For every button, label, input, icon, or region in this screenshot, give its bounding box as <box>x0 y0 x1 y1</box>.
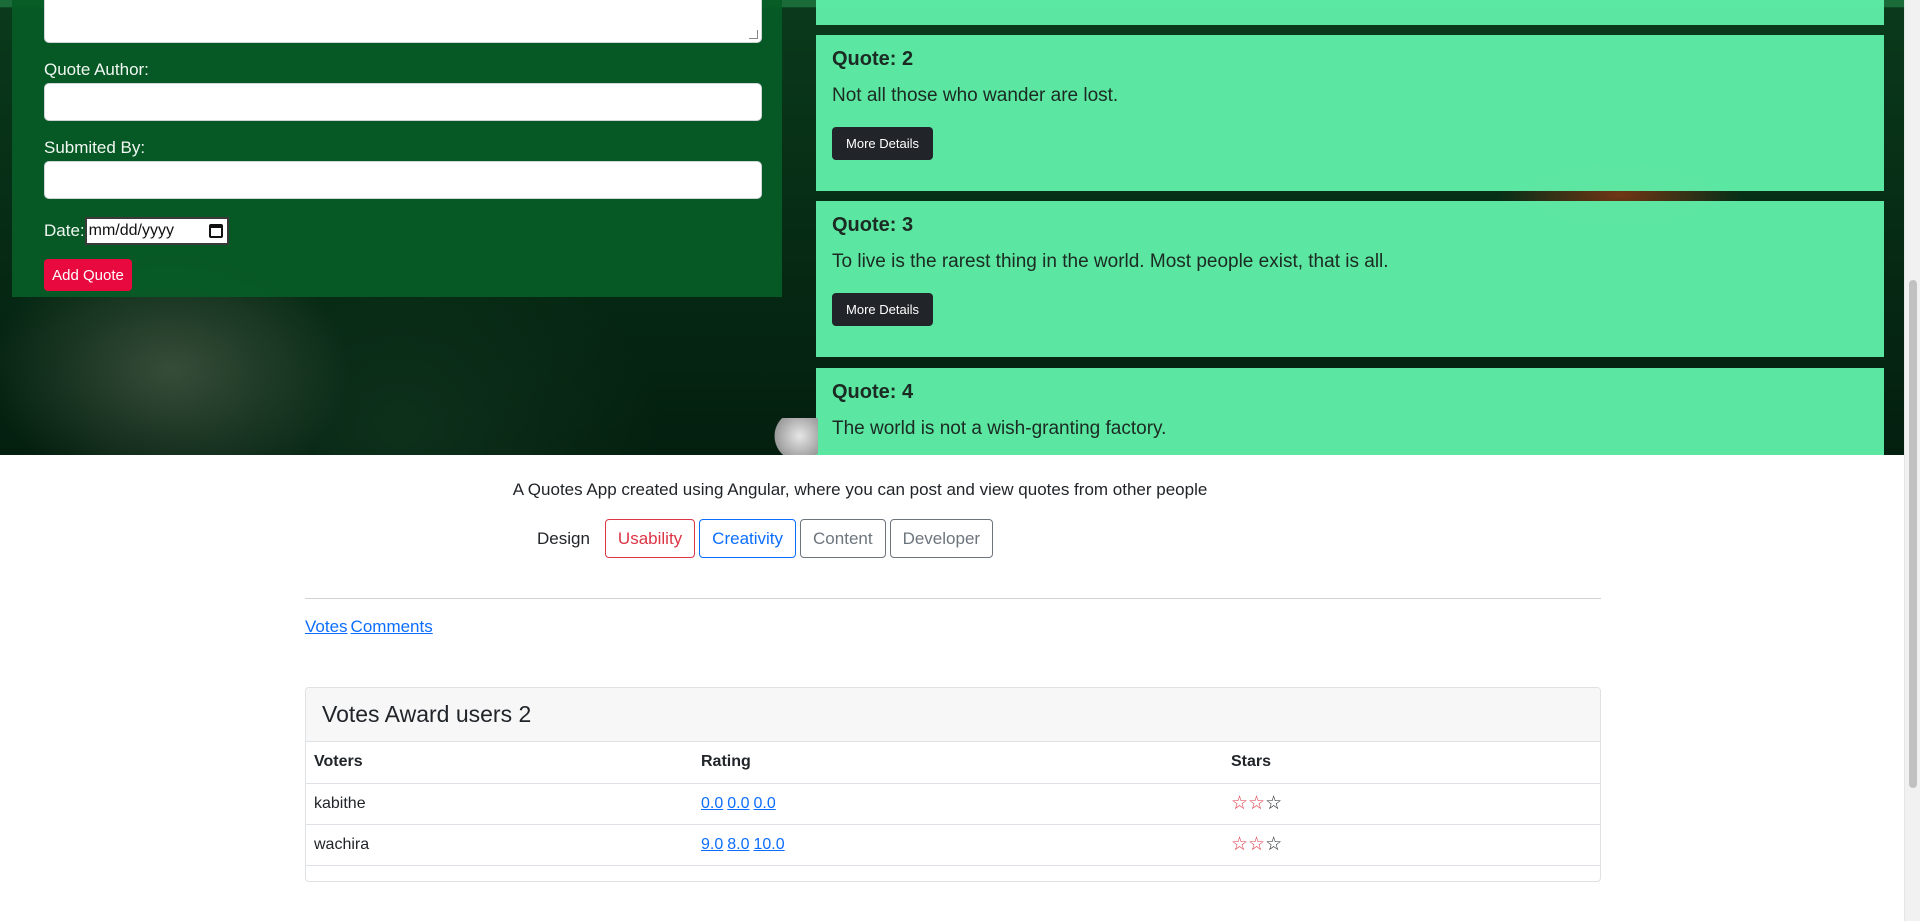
table-row: wachira 9.0 8.0 10.0 ☆☆☆ <box>306 824 1600 866</box>
star-filled-icon: ☆ <box>1231 833 1249 855</box>
scrollbar-thumb[interactable] <box>1909 280 1917 788</box>
rating-link[interactable]: 10.0 <box>754 836 785 853</box>
quote-title: Quote: 2 <box>832 48 913 71</box>
more-details-button[interactable]: More Details <box>832 293 933 326</box>
author-label: Quote Author: <box>44 60 149 79</box>
table-row: kabithe 0.0 0.0 0.0 ☆☆☆ <box>306 783 1600 825</box>
quote-label: Quote: <box>832 381 897 403</box>
comments-link[interactable]: Comments <box>351 617 433 636</box>
add-quote-button[interactable]: Add Quote <box>44 259 132 291</box>
tag-usability[interactable]: Usability <box>604 519 696 558</box>
stars-cell: ☆☆☆ <box>1223 783 1600 825</box>
submitted-by-label: Submited By: <box>44 138 146 157</box>
quote-card: Quote: 4 The world is not a wish-grantin… <box>816 368 1884 455</box>
submitted-by-input[interactable] <box>44 161 762 199</box>
rating-link[interactable]: 9.0 <box>701 836 723 853</box>
star-filled-icon: ☆ <box>1248 833 1266 855</box>
quote-text: Not all those who wander are lost. <box>832 85 1119 106</box>
quote-text: To live is the rarest thing in the world… <box>832 251 1389 272</box>
tag-developer[interactable]: Developer <box>889 519 994 558</box>
author-input[interactable] <box>44 83 762 121</box>
votes-card: Votes Award users 2 Voters Rating Stars … <box>305 687 1601 882</box>
star-filled-icon: ☆ <box>1248 792 1266 814</box>
more-details-button[interactable]: More Details <box>832 127 933 160</box>
background-figure <box>772 418 818 455</box>
calendar-icon[interactable] <box>208 224 223 238</box>
section-links: Votes Comments <box>305 617 436 637</box>
quote-label: Quote: <box>832 48 897 70</box>
quote-text: The world is not a wish-granting factory… <box>832 418 1167 439</box>
tags-label: Design <box>537 528 590 548</box>
votes-title: Votes Award users 2 <box>306 688 1600 742</box>
quote-card-partial <box>816 0 1884 25</box>
table-header-row: Voters Rating Stars <box>306 742 1600 784</box>
quote-number: 3 <box>902 214 914 236</box>
column-header-rating: Rating <box>693 742 1223 784</box>
star-empty-icon: ☆ <box>1265 792 1283 814</box>
quote-title: Quote: 4 <box>832 381 913 404</box>
voter-name: kabithe <box>306 783 693 825</box>
date-label: Date: <box>44 221 85 240</box>
page-scrollbar[interactable] <box>1904 0 1920 921</box>
votes-table: Voters Rating Stars kabithe 0.0 0.0 0.0 ☆☆… <box>306 742 1600 866</box>
rating-link[interactable]: 8.0 <box>727 836 749 853</box>
rating-link[interactable]: 0.0 <box>701 795 723 812</box>
quote-card: Quote: 3 To live is the rarest thing in … <box>816 201 1884 357</box>
quote-label: Quote: <box>832 214 897 236</box>
star-empty-icon: ☆ <box>1265 833 1283 855</box>
rating-cell: 9.0 8.0 10.0 <box>693 824 1223 866</box>
voter-name: wachira <box>306 824 693 866</box>
resize-grip-icon[interactable] <box>749 30 758 39</box>
date-placeholder: mm/dd/yyyy <box>88 222 174 239</box>
add-quote-form: Quote Author: Submited By: Date: mm/dd/y… <box>12 0 782 297</box>
votes-link[interactable]: Votes <box>305 617 348 636</box>
date-input[interactable]: mm/dd/yyyy <box>84 217 229 245</box>
column-header-voters: Voters <box>306 742 693 784</box>
rating-cell: 0.0 0.0 0.0 <box>693 783 1223 825</box>
quote-number: 2 <box>902 48 914 70</box>
quote-title: Quote: 3 <box>832 214 913 237</box>
quote-number: 4 <box>902 381 914 403</box>
rating-link[interactable]: 0.0 <box>727 795 749 812</box>
star-filled-icon: ☆ <box>1231 792 1249 814</box>
app-description: A Quotes App created using Angular, wher… <box>512 480 1208 499</box>
stars-cell: ☆☆☆ <box>1223 824 1600 866</box>
quote-textarea[interactable] <box>44 0 762 43</box>
tag-content[interactable]: Content <box>800 519 886 558</box>
column-header-stars: Stars <box>1223 742 1600 784</box>
hero-section: Quote Author: Submited By: Date: mm/dd/y… <box>0 0 1904 455</box>
tags-row: Design Usability Creativity Content Deve… <box>537 519 997 558</box>
quote-card: Quote: 2 Not all those who wander are lo… <box>816 35 1884 191</box>
rating-link[interactable]: 0.0 <box>754 795 776 812</box>
date-row: Date: mm/dd/yyyy <box>44 217 229 245</box>
section-divider <box>305 598 1601 599</box>
tag-creativity[interactable]: Creativity <box>699 519 797 558</box>
